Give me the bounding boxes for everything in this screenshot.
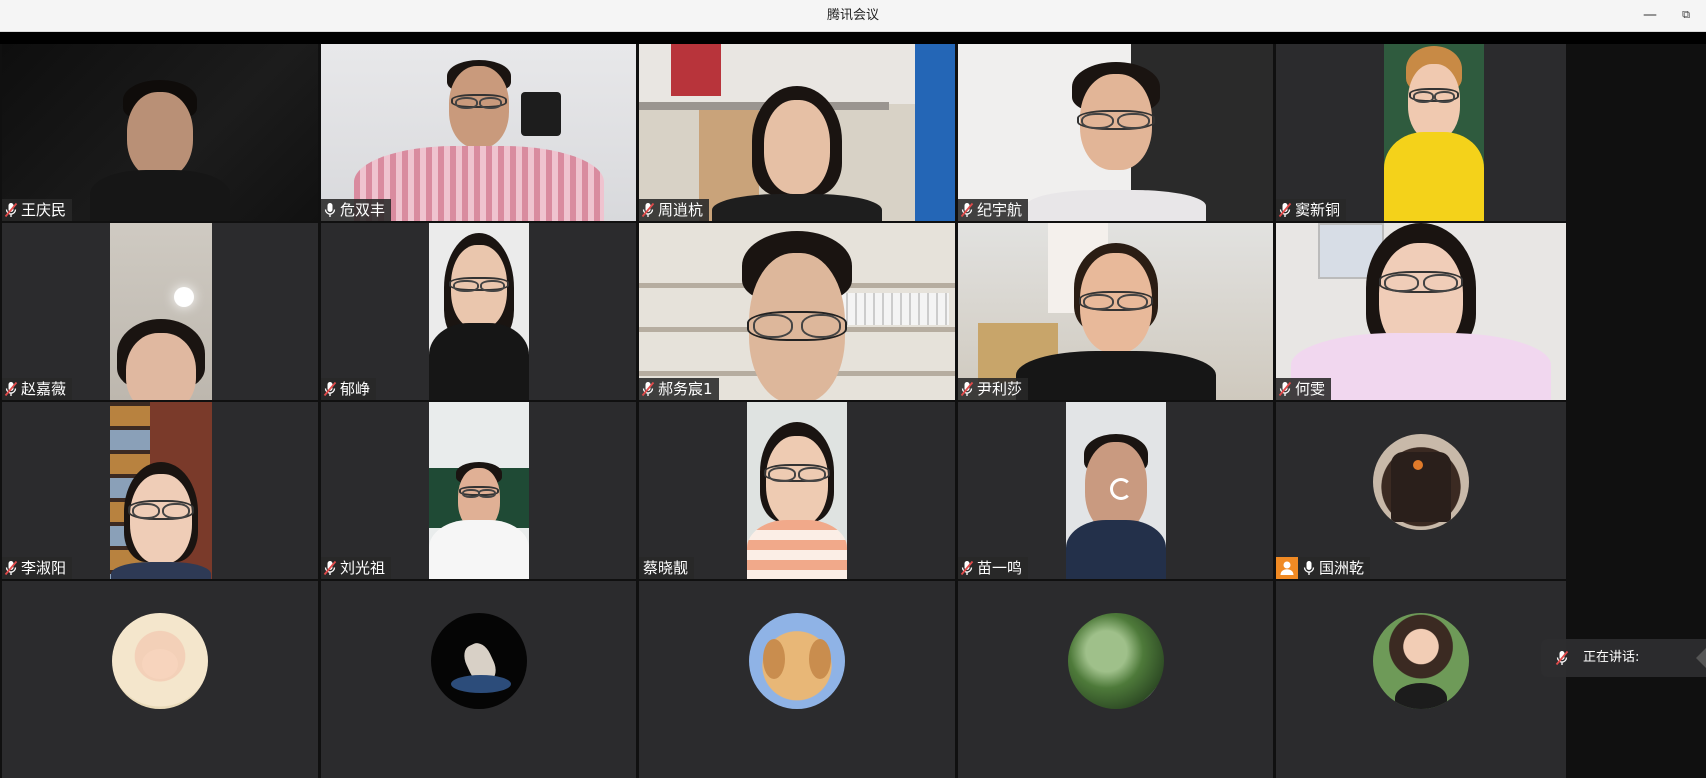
participant-name: 窦新铜 [1295,201,1341,219]
video-feed [110,402,212,579]
video-tile[interactable]: 苗一鸣 [958,402,1273,579]
video-feed [1276,223,1566,400]
participant-name: 李淑阳 [21,559,67,577]
video-feed [747,402,847,579]
participant-name-tag: 郝务宸1 [639,378,719,400]
mic-muted-icon [1278,381,1292,397]
window-title: 腾讯会议 [826,8,879,23]
video-feed [429,402,529,579]
video-feed [1066,402,1166,579]
mic-muted-icon [960,202,974,218]
participant-name: 国洲乾 [1319,559,1365,577]
video-tile[interactable]: 纪宇航 [958,44,1273,221]
tree-avatar [1067,613,1164,709]
participant-name-tag: 周逍杭 [639,199,710,221]
video-tile[interactable]: 周逍杭 [639,44,955,221]
title-bar: 腾讯会议 — ⧉ [0,0,1706,32]
video-tile[interactable] [2,581,318,778]
video-feed [958,223,1273,400]
loading-spinner-icon [1110,478,1132,500]
participant-name: 危双丰 [340,201,386,219]
video-feed [110,223,212,400]
video-tile[interactable]: 郝务宸1 [639,223,955,400]
collapse-arrow-icon[interactable] [1696,648,1706,668]
restore-button[interactable]: ⧉ [1668,0,1704,32]
participant-name: 何雯 [1295,380,1326,398]
speaking-indicator[interactable]: 正在讲话: [1541,639,1706,677]
mic-icon [1302,560,1316,576]
video-feed [958,44,1273,221]
mic-muted-icon [4,381,18,397]
video-tile[interactable] [321,581,636,778]
video-tile[interactable]: 窦新铜 [1276,44,1566,221]
participant-name-tag: 尹利莎 [958,378,1029,400]
video-feed [321,44,636,221]
video-tile[interactable]: 李淑阳 [2,402,318,579]
participant-name-tag: 王庆民 [2,199,73,221]
participant-name-tag: 刘光祖 [321,557,392,579]
video-tile[interactable] [1276,581,1566,778]
mic-muted-icon [960,560,974,576]
video-tile[interactable]: 刘光祖 [321,402,636,579]
mic-muted-icon [1278,202,1292,218]
mic-muted-icon [641,202,655,218]
video-tile[interactable]: 王庆民 [2,44,318,221]
participant-name-tag: 窦新铜 [1276,199,1347,221]
video-tile[interactable]: 赵嘉薇 [2,223,318,400]
participant-name: 郁峥 [340,380,371,398]
video-feed [639,223,955,400]
video-tile[interactable]: 郁峥 [321,223,636,400]
puppy-avatar [749,613,845,709]
participant-name: 王庆民 [21,201,67,219]
mic-muted-icon [1555,650,1569,666]
video-tile[interactable]: 尹利莎 [958,223,1273,400]
participant-name-tag: 赵嘉薇 [2,378,73,400]
participant-name-tag: 郁峥 [321,378,377,400]
participant-name: 赵嘉薇 [21,380,67,398]
participant-name: 郝务宸1 [658,380,713,398]
woman-avatar [1373,613,1469,709]
mic-muted-icon [4,202,18,218]
video-tile[interactable]: 危双丰 [321,44,636,221]
participant-name: 周逍杭 [658,201,704,219]
person-icon [1276,557,1298,579]
video-feed [2,44,318,221]
participant-name-tag: 纪宇航 [958,199,1029,221]
video-tile[interactable]: 何雯 [1276,223,1566,400]
participant-name-tag: 蔡晓靓 [639,557,695,579]
baby-avatar [112,613,208,709]
video-tile[interactable] [958,581,1273,778]
participant-name: 蔡晓靓 [643,559,689,577]
minimize-button[interactable]: — [1632,0,1668,32]
video-feed [429,223,529,400]
video-grid: 王庆民 危双丰 周逍杭 纪宇航 窦新铜 赵嘉薇 郁峥 郝务宸1 尹利莎 何雯 李… [0,44,1706,778]
mic-muted-icon [4,560,18,576]
participant-name-tag: 危双丰 [321,199,392,221]
mic-muted-icon [323,560,337,576]
participant-name: 尹利莎 [977,380,1023,398]
participant-name-tag: 李淑阳 [2,557,73,579]
participant-name: 纪宇航 [977,201,1023,219]
participant-name-tag: 何雯 [1276,378,1332,400]
astronaut-avatar [430,613,527,709]
jersey-avatar [1373,434,1469,530]
participant-name-tag: 苗一鸣 [958,557,1029,579]
video-tile[interactable]: 蔡晓靓 [639,402,955,579]
video-tile[interactable] [639,581,955,778]
speaking-label: 正在讲话: [1583,650,1640,665]
video-feed [639,44,955,221]
participant-name: 苗一鸣 [977,559,1023,577]
mic-muted-icon [641,381,655,397]
participant-name-tag: 国洲乾 [1276,557,1371,579]
video-feed [1384,44,1484,221]
participant-name: 刘光祖 [340,559,386,577]
mic-muted-icon [960,381,974,397]
top-divider [0,32,1706,44]
mic-muted-icon [323,381,337,397]
mic-icon [323,202,337,218]
video-tile[interactable]: 国洲乾 [1276,402,1566,579]
